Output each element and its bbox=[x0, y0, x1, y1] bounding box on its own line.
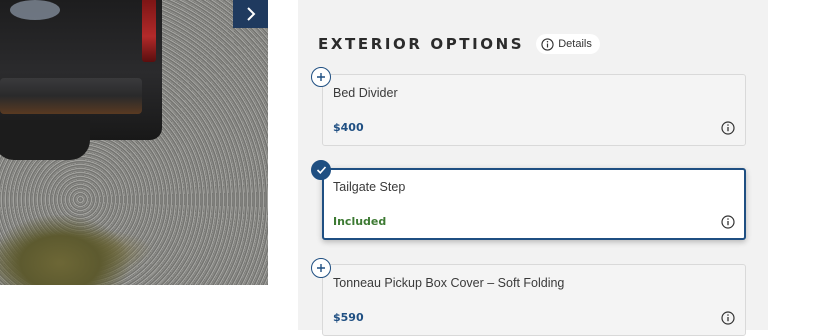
truck-logo bbox=[10, 0, 60, 20]
plus-icon bbox=[317, 73, 325, 81]
option-name: Tailgate Step bbox=[333, 180, 406, 194]
info-icon[interactable] bbox=[721, 215, 735, 229]
truck-image bbox=[0, 0, 162, 140]
option-price: $400 bbox=[333, 121, 364, 134]
exterior-options-panel: EXTERIOR OPTIONS Details Bed Divider $40… bbox=[298, 0, 768, 336]
section-title: EXTERIOR OPTIONS bbox=[318, 35, 525, 53]
option-card-bed-divider[interactable]: Bed Divider $400 bbox=[322, 74, 746, 146]
selected-option-button[interactable] bbox=[311, 160, 331, 180]
option-name: Bed Divider bbox=[333, 86, 398, 100]
add-option-button[interactable] bbox=[311, 258, 331, 278]
truck-tire bbox=[0, 120, 90, 160]
option-card-tailgate-step[interactable]: Tailgate Step Included bbox=[322, 168, 746, 240]
section-header: EXTERIOR OPTIONS Details bbox=[318, 34, 600, 54]
option-name: Tonneau Pickup Box Cover – Soft Folding bbox=[333, 276, 565, 290]
chevron-right-icon bbox=[246, 7, 255, 21]
option-price: Included bbox=[333, 215, 387, 228]
photo-grass bbox=[0, 215, 130, 285]
option-price: $590 bbox=[333, 311, 364, 324]
truck-taillight bbox=[142, 0, 156, 62]
gallery-next-button[interactable] bbox=[233, 0, 268, 28]
details-label: Details bbox=[558, 38, 592, 50]
plus-icon bbox=[317, 264, 325, 272]
info-icon bbox=[541, 37, 554, 51]
truck-bumper bbox=[0, 78, 142, 114]
details-button[interactable]: Details bbox=[536, 34, 600, 54]
add-option-button[interactable] bbox=[311, 67, 331, 87]
option-card-tonneau-cover[interactable]: Tonneau Pickup Box Cover – Soft Folding … bbox=[322, 264, 746, 336]
vehicle-photo bbox=[0, 0, 268, 285]
info-icon[interactable] bbox=[721, 311, 735, 325]
check-icon bbox=[316, 166, 326, 174]
info-icon[interactable] bbox=[721, 121, 735, 135]
